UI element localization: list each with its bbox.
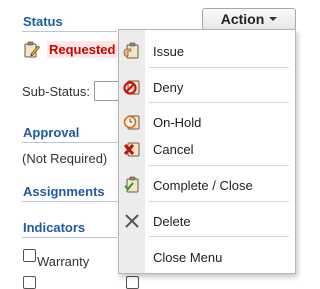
menu-item-label: Deny bbox=[153, 79, 184, 95]
assignments-divider bbox=[22, 201, 117, 202]
menu-item-on-hold[interactable]: On-Hold bbox=[119, 111, 295, 133]
menu-item-issue[interactable]: Issue bbox=[119, 40, 295, 62]
indicators-divider bbox=[22, 237, 117, 238]
menu-item-label: Close Menu bbox=[153, 249, 223, 265]
deny-circle-icon bbox=[123, 80, 140, 95]
indicators-section-title: Indicators bbox=[23, 220, 86, 235]
warranty-checkbox[interactable] bbox=[23, 249, 36, 262]
status-value-row: Requested bbox=[22, 40, 118, 59]
action-button-label: Action bbox=[220, 11, 265, 27]
menu-item-label: Complete / Close bbox=[153, 177, 253, 193]
menu-separator bbox=[149, 236, 289, 237]
menu-separator bbox=[149, 102, 289, 103]
approval-value: (Not Required) bbox=[22, 151, 108, 166]
menu-item-label: On-Hold bbox=[153, 114, 202, 130]
action-button[interactable]: Action bbox=[202, 8, 296, 30]
status-divider bbox=[22, 31, 117, 32]
delete-x-icon bbox=[125, 214, 139, 228]
menu-item-label: Cancel bbox=[153, 141, 194, 157]
clock-clipboard-icon bbox=[123, 115, 140, 130]
chevron-down-icon bbox=[269, 17, 278, 21]
substatus-label: Sub-Status: bbox=[22, 84, 90, 99]
status-section-title: Status bbox=[23, 14, 63, 29]
menu-item-label: Issue bbox=[153, 43, 185, 59]
approval-divider bbox=[22, 142, 117, 143]
warranty-label: Warranty bbox=[37, 254, 90, 269]
menu-item-complete-close[interactable]: Complete / Close bbox=[119, 174, 295, 196]
approval-section-title: Approval bbox=[23, 125, 80, 140]
assignments-section-title: Assignments bbox=[23, 184, 105, 199]
action-menu: Issue Deny On-Hold Cancel Complete / Clo… bbox=[118, 29, 296, 274]
status-value: Requested bbox=[47, 41, 118, 58]
menu-separator bbox=[149, 165, 289, 166]
cancel-x-icon bbox=[123, 142, 140, 157]
clipboard-check-icon bbox=[124, 176, 139, 193]
menu-separator bbox=[149, 201, 289, 202]
clipboard-hand-icon bbox=[123, 42, 139, 59]
menu-item-label: Delete bbox=[153, 213, 191, 229]
menu-item-deny[interactable]: Deny bbox=[119, 76, 295, 98]
menu-item-cancel[interactable]: Cancel bbox=[119, 138, 295, 160]
menu-separator bbox=[149, 67, 289, 68]
menu-item-close-menu[interactable]: Close Menu bbox=[119, 246, 295, 268]
menu-item-delete[interactable]: Delete bbox=[119, 210, 295, 232]
clipboard-pencil-icon bbox=[24, 41, 41, 58]
